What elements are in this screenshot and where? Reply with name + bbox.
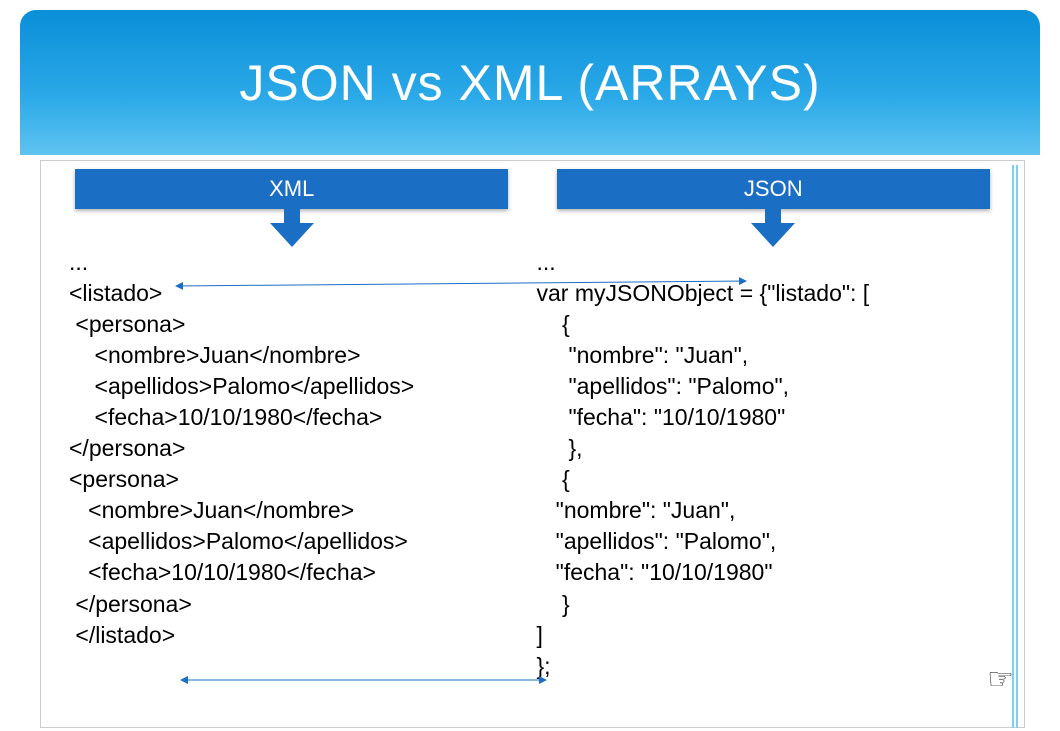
json-header-wrap: JSON (533, 169, 1015, 209)
json-column: JSON ... var myJSONObject = {"listado": … (533, 169, 1015, 727)
json-code: ... var myJSONObject = {"listado": [ { "… (533, 239, 1015, 682)
xml-code: ... <listado> <persona> <nombre>Juan</no… (51, 239, 533, 651)
slide-frame: JSON vs XML (ARRAYS) XML ... <listado> <… (20, 10, 1040, 728)
title-banner: JSON vs XML (ARRAYS) (20, 10, 1040, 155)
content-area: XML ... <listado> <persona> <nombre>Juan… (40, 160, 1025, 728)
slide-title: JSON vs XML (ARRAYS) (239, 54, 820, 112)
arrow-down-icon (751, 207, 795, 247)
json-heading: JSON (557, 169, 990, 209)
columns: XML ... <listado> <persona> <nombre>Juan… (51, 169, 1014, 727)
arrow-down-icon (270, 207, 314, 247)
xml-header-wrap: XML (51, 169, 533, 209)
xml-heading: XML (75, 169, 508, 209)
xml-column: XML ... <listado> <persona> <nombre>Juan… (51, 169, 533, 727)
decorative-stripes (1012, 165, 1020, 728)
hand-pointer-icon: ☞ (987, 662, 1014, 697)
